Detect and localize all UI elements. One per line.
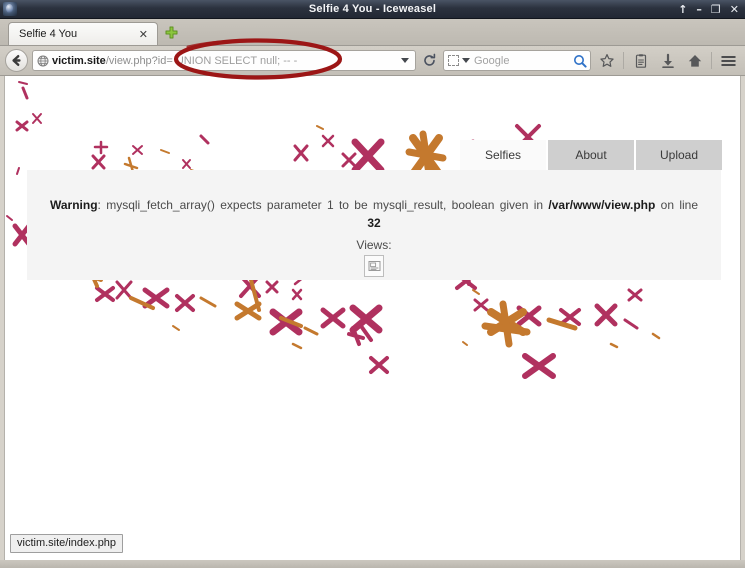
iceweasel-icon [3, 2, 17, 16]
browser-window: Selfie 4 You - Iceweasel ↑ – ❐ ✕ Selfie … [0, 0, 745, 568]
site-tab-about-label: About [575, 148, 607, 162]
site-tab-selfies-label: Selfies [484, 148, 522, 162]
bookmark-button[interactable] [595, 49, 618, 72]
content-panel: Warning: mysqli_fetch_array() expects pa… [27, 170, 721, 280]
globe-icon [37, 55, 49, 66]
warning-message-part-1: mysqli_fetch_array() expects parameter 1… [106, 198, 549, 212]
star-icon [599, 53, 614, 67]
browser-tab-label: Selfie 4 You [19, 28, 78, 40]
close-button[interactable]: ✕ [730, 4, 739, 15]
browser-tab[interactable]: Selfie 4 You ✕ [8, 22, 158, 45]
warning-line-number: 32 [367, 216, 381, 230]
search-engine-chevron-icon[interactable] [462, 58, 470, 63]
reader-button[interactable] [629, 49, 652, 72]
downloads-button[interactable] [656, 49, 679, 72]
broken-image-icon [364, 255, 384, 277]
window-title: Selfie 4 You - Iceweasel [308, 3, 437, 15]
new-tab-button[interactable] [160, 22, 182, 45]
url-query: UNION SELECT null; -- - [172, 54, 298, 67]
menu-button[interactable] [717, 49, 740, 72]
home-icon [688, 54, 701, 67]
toolbar-divider-2 [711, 52, 712, 69]
reader-icon [635, 53, 646, 68]
close-icon[interactable]: ✕ [136, 28, 151, 41]
magnifier-icon [574, 54, 587, 68]
broken-image-glyph [368, 261, 380, 271]
url-host: victim.site [52, 54, 106, 67]
php-warning-message: Warning: mysqli_fetch_array() expects pa… [27, 170, 721, 232]
hamburger-menu-icon [721, 55, 736, 66]
back-arrow-icon [12, 55, 21, 66]
site-tab-upload[interactable]: Upload [636, 140, 722, 170]
minimize-button[interactable]: – [696, 4, 702, 15]
toolbar-divider [623, 52, 624, 69]
search-engine-icon[interactable] [448, 55, 459, 66]
url-bar[interactable]: victim.site/view.php?id= UNION SELECT nu… [32, 50, 416, 71]
shade-button[interactable]: ↑ [678, 4, 687, 15]
search-bar[interactable]: Google [443, 50, 591, 71]
maximize-button[interactable]: ❐ [711, 4, 721, 15]
tab-strip: Selfie 4 You ✕ [0, 19, 745, 46]
warning-message-part-2: on line [655, 198, 699, 212]
url-text: victim.site/view.php?id= UNION SELECT nu… [52, 55, 398, 67]
page-viewport: Selfies About Upload Warning: mysqli_fet… [4, 76, 741, 560]
window-controls: ↑ – ❐ ✕ [678, 4, 739, 15]
back-button[interactable] [5, 49, 28, 72]
site-identity-icon[interactable] [37, 55, 49, 67]
window-titlebar: Selfie 4 You - Iceweasel ↑ – ❐ ✕ [0, 0, 745, 19]
chevron-down-icon[interactable] [401, 58, 409, 63]
site-nav-tabs: Selfies About Upload [460, 140, 722, 170]
url-path: /view.php?id= [105, 54, 173, 67]
reload-icon [424, 53, 436, 66]
home-button[interactable] [683, 49, 706, 72]
reload-button[interactable] [420, 53, 439, 68]
status-bar: victim.site/index.php [10, 533, 124, 553]
download-icon [661, 53, 674, 68]
views-label: Views: [356, 238, 392, 252]
warning-separator: : [97, 198, 107, 212]
plus-icon [165, 26, 177, 39]
site-tab-about[interactable]: About [548, 140, 634, 170]
search-input[interactable]: Google [474, 55, 570, 67]
search-icon[interactable] [573, 54, 587, 68]
navigation-toolbar: victim.site/view.php?id= UNION SELECT nu… [0, 46, 745, 76]
warning-file-path: /var/www/view.php [548, 198, 656, 212]
page-content: Selfies About Upload Warning: mysqli_fet… [5, 76, 740, 560]
status-link-text: victim.site/index.php [10, 534, 124, 553]
warning-prefix: Warning [49, 198, 98, 212]
site-tab-selfies[interactable]: Selfies [460, 140, 546, 170]
window-bottom-strip [0, 560, 745, 568]
site-tab-upload-label: Upload [659, 148, 699, 162]
